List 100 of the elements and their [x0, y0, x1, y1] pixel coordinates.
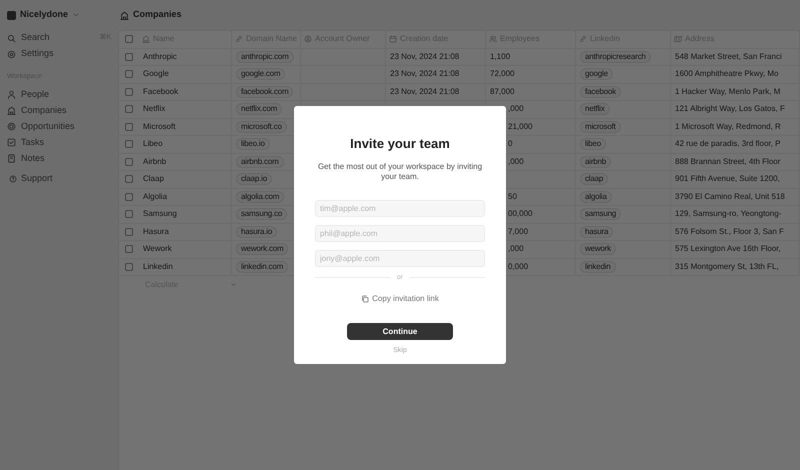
chevron-down-icon: [72, 11, 80, 19]
domain-tag[interactable]: netflix.com: [236, 103, 282, 116]
linkedin-tag[interactable]: anthropicresearch: [580, 50, 651, 63]
company-name[interactable]: Google: [143, 68, 169, 80]
company-name[interactable]: Hasura: [143, 226, 169, 238]
row-checkbox[interactable]: [125, 158, 133, 166]
domain-tag[interactable]: wework.com: [236, 243, 288, 256]
linkedin-tag[interactable]: google: [580, 68, 613, 80]
sidebar-item[interactable]: Tasks: [6, 134, 112, 150]
employee-count: 21,000: [508, 120, 532, 133]
domain-tag[interactable]: microsoft.co: [236, 120, 287, 133]
link-icon: [235, 35, 243, 44]
domain-tag[interactable]: hasura.io: [236, 226, 278, 238]
company-name[interactable]: Libeo: [143, 138, 163, 150]
page-title: Companies: [133, 8, 182, 22]
domain-tag[interactable]: claap.io: [236, 173, 272, 186]
row-checkbox[interactable]: [125, 52, 133, 61]
address-cell: 1600 Amphitheatre Pkwy, Mo: [675, 68, 778, 80]
checkbox-icon: [7, 138, 16, 147]
company-name[interactable]: Facebook: [143, 86, 178, 98]
date-cell: 23 Nov, 2024 21:08: [390, 50, 460, 63]
employee-count: 00,000: [508, 208, 532, 220]
row-checkbox[interactable]: [125, 192, 133, 201]
domain-tag[interactable]: anthropic.com: [236, 50, 294, 63]
linkedin-tag[interactable]: airbnb: [580, 156, 612, 168]
sidebar-item[interactable]: Settings: [6, 46, 112, 62]
person-icon: [7, 90, 16, 99]
employee-count: 0,000: [508, 260, 528, 273]
row-checkbox[interactable]: [125, 35, 133, 44]
linkedin-tag[interactable]: claap: [580, 173, 608, 186]
linkedin-tag[interactable]: libeo: [580, 138, 606, 150]
linkedin-tag[interactable]: wework: [580, 243, 616, 256]
linkedin-tag[interactable]: microsoft: [580, 120, 621, 133]
address-cell: 575 Lexington Ave 16th Floor,: [675, 243, 781, 256]
person-circle-icon: [304, 35, 312, 44]
search-icon: [7, 34, 16, 42]
building-icon: [120, 10, 129, 20]
linkedin-tag[interactable]: linkedin: [580, 260, 616, 273]
row-checkbox[interactable]: [125, 70, 133, 78]
workspace-logo: [7, 10, 16, 20]
employee-count: 72,000: [490, 68, 514, 80]
address-cell: 548 Market Street, San Franci: [675, 50, 782, 63]
domain-tag[interactable]: linkedin.com: [236, 260, 288, 273]
address-cell: 888 Brannan Street, 4th Floor: [675, 156, 780, 168]
company-name[interactable]: Anthropic: [143, 50, 177, 63]
row-checkbox[interactable]: [125, 262, 133, 271]
domain-tag[interactable]: facebook.com: [236, 86, 294, 98]
sidebar-item[interactable]: Companies: [6, 102, 112, 118]
domain-tag[interactable]: google.com: [236, 68, 286, 80]
company-name[interactable]: Airbnb: [143, 156, 166, 168]
row-checkbox[interactable]: [125, 175, 133, 184]
domain-tag[interactable]: algolia.com: [236, 190, 284, 203]
company-name[interactable]: Linkedin: [143, 260, 173, 273]
row-checkbox[interactable]: [125, 88, 133, 96]
copy-link-button[interactable]: Copy invitation link: [361, 293, 439, 305]
email-field[interactable]: tim@apple.com: [315, 200, 485, 216]
domain-tag[interactable]: libeo.io: [236, 138, 270, 150]
email-field[interactable]: jony@apple.com: [315, 250, 485, 266]
row-checkbox[interactable]: [125, 245, 133, 254]
address-cell: 121 Albright Way, Los Gatos, F: [675, 103, 785, 116]
link-icon: [579, 35, 587, 44]
row-checkbox[interactable]: [125, 228, 133, 236]
linkedin-tag[interactable]: samsung: [580, 208, 622, 220]
linkedin-tag[interactable]: netflix: [580, 103, 610, 116]
calendar-icon: [389, 35, 397, 44]
linkedin-tag[interactable]: hasura: [580, 226, 614, 238]
linkedin-tag[interactable]: facebook: [580, 86, 621, 98]
sidebar-item[interactable]: Notes: [6, 150, 112, 166]
continue-button[interactable]: Continue: [347, 323, 453, 340]
sidebar-item[interactable]: Opportunities: [6, 118, 112, 134]
company-name[interactable]: Samsung: [143, 208, 177, 220]
domain-tag[interactable]: samsung.co: [236, 208, 288, 220]
workspace-name[interactable]: Nicelydone: [20, 8, 68, 22]
copy-icon: [361, 295, 370, 303]
company-name[interactable]: Algolia: [143, 190, 168, 203]
date-cell: 23 Nov, 2024 21:08: [390, 68, 460, 80]
employee-count: 1,100: [490, 50, 510, 63]
company-name[interactable]: Claap: [143, 173, 164, 186]
employee-count: 0: [508, 138, 512, 150]
map-icon: [674, 35, 682, 44]
row-checkbox[interactable]: [125, 210, 133, 218]
employee-count: 50: [508, 190, 517, 203]
sidebar-item[interactable]: People: [6, 86, 112, 102]
date-cell: 23 Nov, 2024 21:08: [390, 86, 460, 98]
domain-tag[interactable]: airbnb.com: [236, 156, 284, 168]
building-icon: [7, 106, 16, 115]
row-checkbox[interactable]: [125, 105, 133, 114]
row-checkbox[interactable]: [125, 140, 133, 148]
linkedin-tag[interactable]: algolia: [580, 190, 612, 203]
company-name[interactable]: Netflix: [143, 103, 166, 116]
row-checkbox[interactable]: [125, 122, 133, 131]
employee-count: ,000: [508, 103, 524, 116]
company-name[interactable]: Wework: [143, 243, 172, 256]
email-field[interactable]: phil@apple.com: [315, 224, 485, 242]
address-cell: 1 Hacker Way, Menlo Park, M: [675, 86, 780, 98]
company-name[interactable]: Microsoft: [143, 120, 176, 133]
people-icon: [489, 35, 497, 44]
building-icon: [142, 35, 150, 44]
employee-count: ,000: [508, 243, 524, 256]
support-link[interactable]: Support: [6, 170, 112, 186]
